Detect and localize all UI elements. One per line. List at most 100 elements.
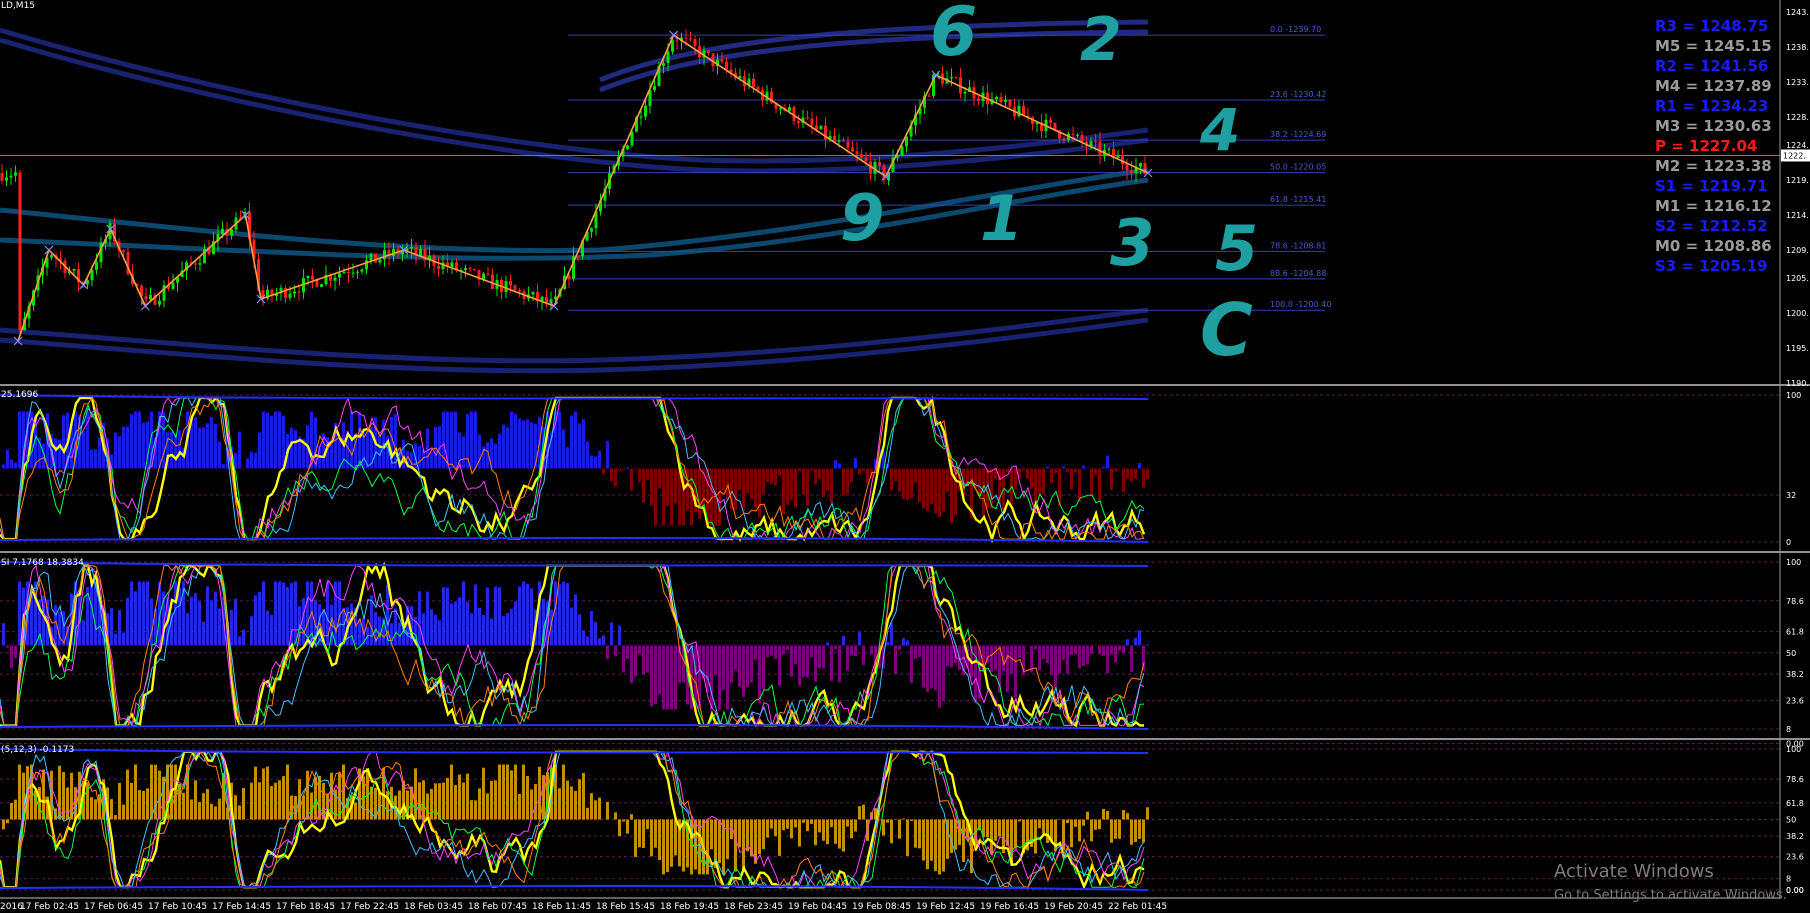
annotation-mark: C (1200, 288, 1253, 372)
histogram-bar (434, 614, 437, 646)
candle-body (662, 63, 665, 67)
histogram-bar (710, 819, 713, 850)
histogram-bar (994, 819, 997, 841)
candle-body (1071, 133, 1075, 136)
candle-body (1107, 148, 1111, 150)
histogram-bar (442, 411, 445, 469)
oscillator-tick-label: 78.6 (1786, 775, 1804, 784)
histogram-bar (894, 645, 897, 674)
histogram-bar (250, 616, 253, 646)
histogram-bar (234, 598, 237, 646)
histogram-bar (258, 432, 261, 469)
candle-body (720, 59, 724, 62)
histogram-bar (266, 610, 269, 646)
histogram-bar (1098, 645, 1101, 655)
histogram-bar (1034, 645, 1037, 650)
histogram-bar (394, 608, 397, 646)
histogram-bar (1018, 819, 1021, 822)
candle-body (977, 98, 980, 102)
indicator-panel-3[interactable]: 10078.661.8500.0038.223.680.00 (0, 745, 1804, 895)
histogram-bar (498, 764, 501, 820)
swing-point-marker (79, 280, 88, 290)
trading-chart[interactable]: 0.0 -1239.7023.6 -1230.4238.2 -1224.6950… (0, 0, 1810, 913)
histogram-bar (194, 417, 197, 469)
histogram-bar (570, 415, 573, 469)
pivot-level-label: R2 = 1241.56 (1655, 57, 1768, 75)
histogram-bar (914, 819, 917, 848)
price-tick-label: 1205. (1786, 274, 1809, 283)
histogram-bar (2, 464, 5, 469)
candle-body (194, 263, 197, 265)
histogram-bar (1082, 645, 1085, 666)
histogram-bar (918, 468, 921, 503)
histogram-bar (1046, 645, 1049, 664)
candle-body (509, 281, 512, 286)
histogram-bar (934, 819, 937, 872)
histogram-bar (238, 431, 241, 469)
histogram-bar (774, 819, 777, 837)
histogram-bar (738, 645, 741, 688)
histogram-bar (818, 819, 821, 833)
oscillator-tick-label: 8 (1786, 725, 1791, 734)
indicator-panel-2[interactable]: 10078.661.85038.223.680.00 (0, 558, 1804, 749)
histogram-bar (430, 451, 433, 469)
histogram-bar (294, 795, 297, 820)
histogram-bar (1090, 645, 1093, 655)
band-line (0, 177, 1149, 261)
histogram-bar (858, 632, 861, 646)
histogram-bar (234, 453, 237, 469)
histogram-bar (782, 819, 785, 831)
histogram-bar (842, 819, 845, 852)
histogram-bar (126, 426, 129, 469)
candle-body (1080, 134, 1084, 142)
histogram-bar (794, 819, 797, 828)
histogram-bar (478, 788, 481, 820)
histogram-bar (178, 430, 181, 469)
histogram-bar (198, 601, 201, 646)
candle-body (14, 172, 17, 176)
histogram-bar (1102, 645, 1105, 656)
histogram-bar (250, 451, 253, 469)
histogram-bar (450, 603, 453, 646)
histogram-bar (1050, 468, 1053, 484)
indicator-panel-1[interactable]: 100 32 0 (0, 391, 1801, 547)
histogram-bar (718, 819, 721, 864)
pivot-level-label: M1 = 1216.12 (1655, 197, 1772, 215)
candle-body (311, 275, 314, 280)
candle-body (815, 125, 818, 130)
histogram-bar (782, 468, 785, 515)
histogram-bar (1066, 819, 1069, 823)
histogram-bar (198, 427, 201, 469)
histogram-bar (574, 594, 577, 646)
histogram-bar (10, 802, 13, 820)
histogram-bar (1138, 463, 1141, 469)
histogram-bar (558, 411, 561, 469)
histogram-bar (862, 468, 865, 472)
histogram-bar (218, 798, 221, 820)
histogram-bar (674, 645, 677, 710)
pivot-level-label: R3 = 1248.75 (1655, 17, 1768, 35)
histogram-bar (854, 645, 857, 657)
histogram-bar (1118, 645, 1121, 651)
histogram-bar (650, 819, 653, 857)
fib-label: 38.2 -1224.69 (1270, 130, 1326, 139)
histogram-bar (262, 411, 265, 469)
histogram-bar (854, 819, 857, 832)
histogram-bar (1098, 468, 1101, 501)
annotation-mark: 6 (930, 0, 977, 72)
histogram-bar (622, 468, 625, 470)
fib-label: 23.6 -1230.42 (1270, 90, 1326, 99)
candle-body (590, 228, 593, 232)
histogram-bar (742, 819, 745, 870)
pivot-levels-legend: R3 = 1248.75 M5 = 1245.15 R2 = 1241.56 M4 =… (1655, 17, 1772, 275)
histogram-bar (934, 468, 937, 514)
histogram-bar (18, 764, 21, 820)
histogram-bar (770, 468, 773, 484)
histogram-bar (562, 581, 565, 646)
histogram-bar (934, 645, 937, 691)
candle-body (1094, 141, 1097, 143)
histogram-bar (738, 468, 741, 491)
histogram-bar (890, 468, 893, 491)
histogram-bar (286, 587, 289, 646)
histogram-bar (566, 582, 569, 646)
